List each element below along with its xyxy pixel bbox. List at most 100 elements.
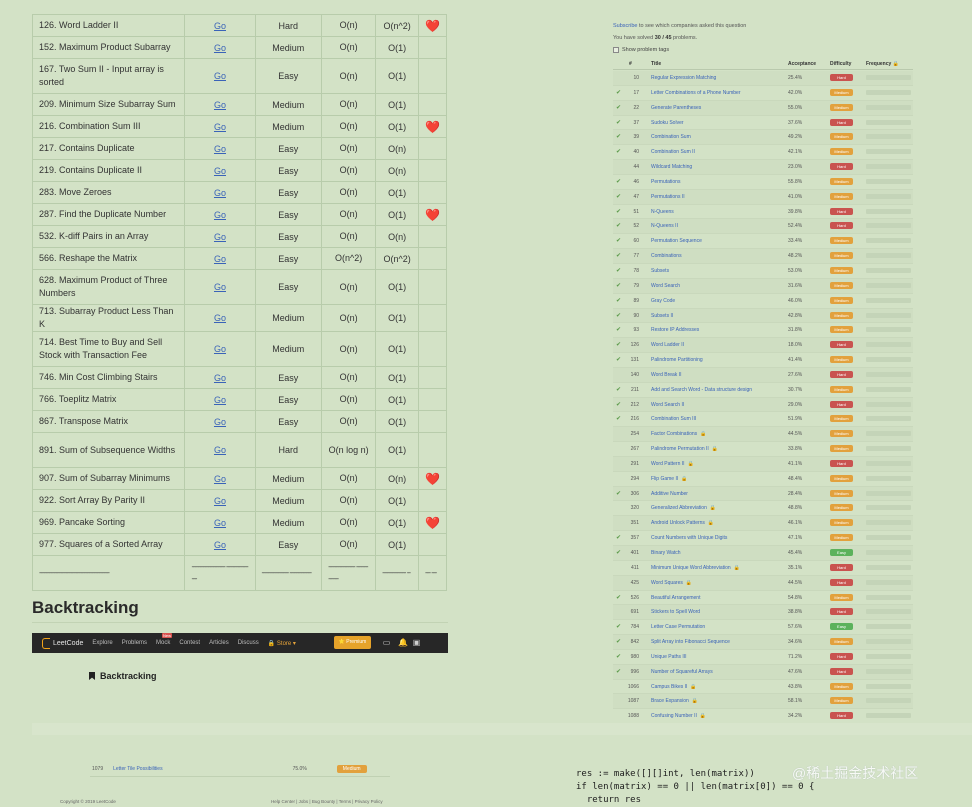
problem-title-link[interactable]: Brace Expansion 🔒 (651, 698, 698, 704)
problem-link[interactable]: Go (214, 21, 226, 31)
problem-row[interactable]: ✔ 526 Beautiful Arrangement 54.8% Medium (613, 591, 913, 606)
problem-row[interactable]: ✔ 980 Unique Paths III 71.2% Hard (613, 650, 913, 665)
problem-link[interactable]: Go (214, 43, 226, 53)
nav-contest[interactable]: Contest (179, 640, 200, 646)
header-title[interactable]: Title (651, 61, 661, 67)
problem-link[interactable]: Go (214, 395, 226, 405)
problem-title-link[interactable]: Confusing Number II 🔒 (651, 713, 706, 719)
problem-row[interactable]: 1088 Confusing Number II 🔒 34.2% Hard (613, 709, 913, 725)
problem-link[interactable]: Go (214, 210, 226, 220)
problem-row[interactable]: 10 Regular Expression Matching 25.4% Hard (613, 71, 913, 86)
problem-row[interactable]: ✔ 47 Permutations II 41.0% Medium (613, 189, 913, 205)
problem-title-link[interactable]: Permutations II (651, 194, 685, 200)
nav-store[interactable]: 🔒 Store ▾ (268, 640, 296, 647)
subscribe-link[interactable]: Subscribe (613, 23, 637, 29)
header-frequency[interactable]: Frequency 🔒 (866, 61, 899, 67)
problem-row[interactable]: ✔ 40 Combination Sum II 42.1% Medium (613, 145, 913, 161)
problem-title-link[interactable]: Campus Bikes II 🔒 (651, 684, 697, 690)
problem-title-link[interactable]: Letter Case Permutation (651, 624, 705, 630)
problem-title-link[interactable]: Generate Parentheses (651, 105, 701, 111)
problem-title-link[interactable]: Combination Sum II (651, 149, 695, 155)
nav-explore[interactable]: Explore (92, 640, 112, 646)
problem-row[interactable]: 254 Factor Combinations 🔒 44.5% Medium (613, 427, 913, 443)
problem-link[interactable]: Go (214, 100, 226, 110)
problem-row[interactable]: ✔ 90 Subsets II 42.8% Medium (613, 308, 913, 324)
problem-link[interactable]: Go (214, 373, 226, 383)
problem-row[interactable]: ✔ 46 Permutations 55.8% Medium (613, 175, 913, 190)
problem-row[interactable]: ✔ 79 Word Search 31.6% Medium (613, 278, 913, 294)
problem-title-link[interactable]: Word Ladder II (651, 342, 684, 348)
problem-row[interactable]: ✔ 211 Add and Search Word - Data structure… (613, 383, 913, 398)
problem-link[interactable]: Go (214, 313, 226, 323)
problem-row[interactable]: ✔ 212 Word Search II 29.0% Hard (613, 397, 913, 413)
problem-title-link[interactable]: Word Pattern II 🔒 (651, 461, 694, 467)
leetcode-logo[interactable]: LeetCode (42, 637, 83, 649)
problem-row[interactable]: ✔ 22 Generate Parentheses 55.0% Medium (613, 100, 913, 116)
problem-title-link[interactable]: Factor Combinations 🔒 (651, 431, 706, 437)
notification-bell-icon[interactable]: 🔔 (398, 638, 408, 647)
problem-link[interactable]: Go (214, 417, 226, 427)
problem-title-link[interactable]: N-Queens II (651, 223, 678, 229)
problem-row[interactable]: 140 Word Break II 27.6% Hard (613, 367, 913, 383)
problem-link[interactable]: Go (214, 166, 226, 176)
footer-links[interactable]: Help Center | Jobs | Bug Bounty | Terms … (271, 799, 383, 804)
problem-title-link[interactable]: Letter Combinations of a Phone Number (651, 90, 741, 96)
problem-title-link[interactable]: Permutation Sequence (651, 238, 702, 244)
problem-row[interactable]: ✔ 77 Combinations 48.2% Medium (613, 249, 913, 264)
problem-row[interactable]: ✔ 39 Combination Sum 49.2% Medium (613, 130, 913, 146)
problem-row[interactable]: 44 Wildcard Matching 23.0% Hard (613, 160, 913, 175)
problem-link[interactable]: Go (214, 188, 226, 198)
problem-title-link[interactable]: Word Squares 🔒 (651, 580, 692, 586)
nav-problems[interactable]: Problems (122, 640, 147, 646)
problem-row[interactable]: ✔ 131 Palindrome Partitioning 41.4% Medium (613, 353, 913, 368)
problem-title-link[interactable]: Count Numbers with Unique Digits (651, 535, 727, 541)
problem-row[interactable]: ✔ 93 Restore IP Addresses 31.8% Medium (613, 323, 913, 339)
problem-link[interactable]: Go (214, 144, 226, 154)
header-num[interactable]: # (629, 61, 632, 67)
problem-row[interactable]: ✔ 996 Number of Squareful Arrays 47.6% Hard (613, 664, 913, 680)
problem-title-link[interactable]: Palindrome Permutation II 🔒 (651, 446, 718, 452)
problem-title-link[interactable]: Combination Sum (651, 134, 691, 140)
problem-row[interactable]: 1066 Campus Bikes II 🔒 43.8% Medium (613, 680, 913, 695)
problem-row[interactable]: 320 Generalized Abbreviation 🔒 48.8% Medium (613, 501, 913, 517)
problem-row[interactable]: ✔ 51 N-Queens 39.8% Hard (613, 205, 913, 220)
problem-title-link[interactable]: Add and Search Word - Data structure des… (651, 387, 752, 393)
problem-title-link[interactable]: Additive Number (651, 491, 688, 497)
nav-articles[interactable]: Articles (209, 640, 229, 646)
problem-link[interactable]: Go (214, 496, 226, 506)
problem-title-link[interactable]: Combination Sum III (651, 416, 696, 422)
problem-link[interactable]: Go (214, 445, 226, 455)
problem-title-link[interactable]: Combinations (651, 253, 682, 259)
problem-row[interactable]: 691 Stickers to Spell Word 38.8% Hard (613, 605, 913, 621)
show-tags-toggle[interactable]: Show problem tags (613, 47, 669, 53)
problem-title-link[interactable]: Beautiful Arrangement (651, 595, 700, 601)
problem-title-link[interactable]: Permutations (651, 179, 680, 185)
problem-row[interactable]: ✔ 89 Gray Code 46.0% Medium (613, 294, 913, 309)
problem-link[interactable]: Go (214, 71, 226, 81)
nav-discuss[interactable]: Discuss (238, 640, 259, 646)
show-tags-checkbox[interactable] (613, 47, 619, 53)
problem-row[interactable]: ✔ 357 Count Numbers with Unique Digits 47.1… (613, 531, 913, 546)
problem-title-link[interactable]: Generalized Abbreviation 🔒 (651, 505, 716, 511)
problem-row[interactable]: 411 Minimum Unique Word Abbreviation 🔒 35.1… (613, 561, 913, 576)
problem-title-link[interactable]: Split Array into Fibonacci Sequence (651, 639, 730, 645)
header-acceptance[interactable]: Acceptance (788, 61, 816, 67)
nav-mock[interactable]: Mock New (156, 633, 173, 646)
problem-link[interactable]: Go (214, 474, 226, 484)
problem-row[interactable]: ✔ 52 N-Queens II 52.4% Hard (613, 219, 913, 235)
problem-link[interactable]: Go (214, 232, 226, 242)
problem-row[interactable]: ✔ 78 Subsets 53.0% Medium (613, 264, 913, 279)
problem-title-link[interactable]: Sudoku Solver (651, 120, 684, 126)
header-difficulty[interactable]: Difficulty (830, 61, 851, 67)
problem-row[interactable]: ✔ 842 Split Array into Fibonacci Sequence 3… (613, 635, 913, 650)
problem-row[interactable]: 291 Word Pattern II 🔒 41.1% Hard (613, 456, 913, 472)
problem-link[interactable]: Go (214, 344, 226, 354)
problem-title-link[interactable]: Gray Code (651, 298, 675, 304)
problem-title-link[interactable]: N-Queens (651, 209, 674, 215)
problem-link[interactable]: Go (214, 282, 226, 292)
problem-link[interactable]: Go (214, 254, 226, 264)
problem-link[interactable]: Go (214, 518, 226, 528)
problem-row[interactable]: ✔ 784 Letter Case Permutation 57.6% Easy (613, 620, 913, 636)
problem-row[interactable]: 425 Word Squares 🔒 44.5% Hard (613, 575, 913, 591)
problem-link[interactable]: Go (214, 540, 226, 550)
